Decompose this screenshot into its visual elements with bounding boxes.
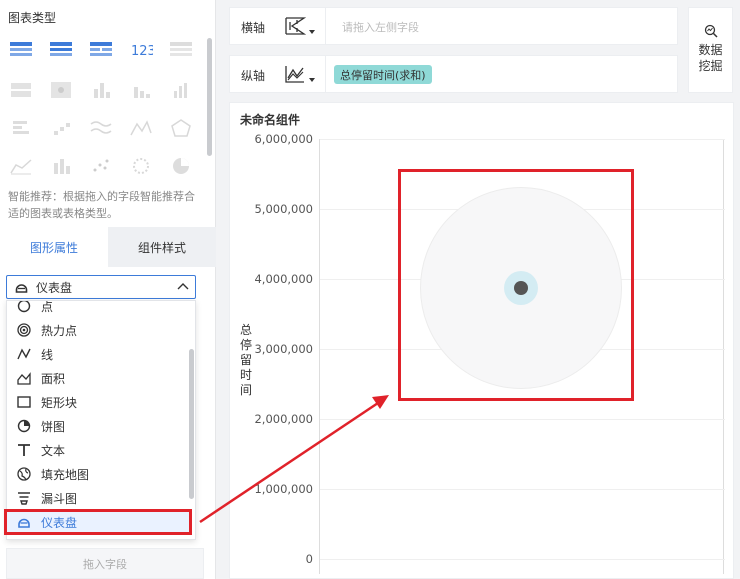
chart-type-title: 图表类型	[8, 11, 57, 25]
pie-chart-icon[interactable]	[168, 154, 194, 178]
dropdown-item-label: 线	[41, 347, 54, 362]
dropdown-item-line[interactable]: 线	[7, 342, 191, 366]
scatter-icon[interactable]	[88, 154, 114, 178]
gridline	[320, 559, 725, 560]
data-mining-label: 数据 挖掘	[698, 43, 723, 73]
x-axis-row: 横轴 请拖入左侧字段	[229, 7, 678, 45]
y-axis-field-tag[interactable]: 总停留时间(求和)	[334, 65, 432, 84]
column-icon[interactable]	[168, 78, 194, 102]
dropdown-item-label: 填充地图	[41, 467, 90, 482]
rectangle-icon	[17, 396, 31, 408]
gauge-highlight-annotation	[4, 509, 192, 535]
y-tick-label: 1,000,000	[254, 482, 313, 496]
chart-type-scrollbar[interactable]	[207, 38, 212, 156]
dropdown-item-text[interactable]: 文本	[7, 438, 191, 462]
line-area-icon[interactable]	[284, 64, 306, 84]
detail-table-icon[interactable]	[88, 38, 114, 62]
dropdown-item-rectangle[interactable]: 矩形块	[7, 390, 191, 414]
y-tick-label: 4,000,000	[254, 272, 313, 286]
x-axis-separator	[325, 8, 326, 44]
y-axis-label: 纵轴	[241, 69, 266, 83]
text-icon	[18, 444, 30, 456]
bar-icon[interactable]	[128, 78, 154, 102]
x-axis-dropdown-caret[interactable]	[309, 30, 315, 34]
dot-matrix-icon[interactable]	[8, 78, 34, 102]
data-mining-button[interactable]: 数据 挖掘	[688, 7, 733, 93]
data-mining-icon	[704, 24, 718, 38]
step-icon[interactable]	[48, 116, 74, 140]
multi-line-icon[interactable]	[88, 116, 114, 140]
selected-type-label: 仪表盘	[36, 280, 73, 295]
y-tick-label: 2,000,000	[254, 412, 313, 426]
y-axis-row: 纵轴 总停留时间(求和)	[229, 55, 678, 93]
circle-outline-icon	[17, 301, 31, 313]
gauge-icon	[15, 283, 28, 293]
x-axis-label: 横轴	[241, 21, 266, 35]
bar-chart-icon[interactable]	[48, 154, 74, 178]
dropdown-item-label: 面积	[41, 371, 66, 386]
y-axis-title: 总停留时间	[240, 323, 253, 397]
map-icon[interactable]	[48, 78, 74, 102]
radar-icon[interactable]	[168, 116, 194, 140]
y-tick-label: 5,000,000	[254, 202, 313, 216]
component-canvas: 未命名组件 总停留时间 6,000,000 5,000,000 4,000,000 3…	[229, 102, 734, 579]
dropdown-item-point[interactable]: 点	[7, 300, 191, 318]
y-tick-label: 6,000,000	[254, 132, 313, 146]
svg-text:123: 123	[131, 44, 153, 58]
radar-line-icon[interactable]	[128, 116, 154, 140]
chart-subtype-dropdown: 点 热力点 线 面积 矩形块 饼图 文本 填充地图 漏斗图 仪表盘	[6, 300, 196, 540]
gauge-highlight-box	[398, 169, 634, 401]
heat-point-icon	[17, 323, 31, 337]
y-axis-separator	[325, 56, 326, 92]
pie-icon	[17, 419, 31, 433]
dropdown-item-pie[interactable]: 饼图	[7, 414, 191, 438]
grouped-table-icon[interactable]	[168, 38, 194, 62]
dropdown-item-label: 矩形块	[41, 395, 78, 410]
axis-type-icon[interactable]	[284, 16, 306, 36]
dropdown-item-label: 文本	[41, 443, 66, 458]
y-axis-dropdown-caret[interactable]	[309, 78, 315, 82]
table-icon[interactable]	[8, 38, 34, 62]
left-panel: 图表类型 123 智能推荐：根据拖入的字段智能推荐合适的图表或表格类型。 图形属…	[0, 0, 216, 579]
dropdown-item-funnel[interactable]: 漏斗图	[7, 486, 191, 510]
area-chart-icon[interactable]	[8, 154, 34, 178]
tab-graphic-properties[interactable]: 图形属性	[0, 227, 108, 267]
dropdown-scrollbar[interactable]	[189, 349, 194, 499]
gridline	[320, 139, 725, 140]
dropdown-item-label: 热力点	[41, 323, 78, 338]
dropdown-item-label: 漏斗图	[41, 491, 78, 506]
drop-field-area[interactable]: 拖入字段	[6, 548, 204, 579]
y-tick-label: 0	[305, 552, 313, 566]
x-axis-drop-placeholder[interactable]: 请拖入左侧字段	[342, 19, 419, 35]
chart-subtype-select[interactable]: 仪表盘	[6, 275, 196, 299]
dropdown-item-label: 饼图	[41, 419, 66, 434]
dropdown-item-label: 点	[41, 300, 54, 314]
property-tabs: 图形属性 组件样式	[0, 227, 216, 267]
gridline	[320, 489, 725, 490]
component-title[interactable]: 未命名组件	[240, 111, 300, 128]
chevron-up-icon	[177, 283, 189, 290]
stacked-bar-icon[interactable]	[88, 78, 114, 102]
funnel-icon	[18, 492, 30, 505]
bubble-icon[interactable]	[128, 154, 154, 178]
dropdown-item-heat-point[interactable]: 热力点	[7, 318, 191, 342]
gridline	[320, 419, 725, 420]
area-icon	[17, 372, 31, 385]
globe-icon	[17, 467, 31, 481]
dropdown-item-fill-map[interactable]: 填充地图	[7, 462, 191, 486]
smart-recommend-tip: 智能推荐：根据拖入的字段智能推荐合适的图表或表格类型。	[8, 190, 195, 220]
kpi-number-icon[interactable]: 123	[128, 38, 154, 62]
horizontal-bar-icon[interactable]	[8, 116, 34, 140]
tab-component-style[interactable]: 组件样式	[108, 227, 216, 267]
cross-table-icon[interactable]	[48, 38, 74, 62]
line-icon	[17, 348, 31, 360]
dropdown-item-area[interactable]: 面积	[7, 366, 191, 390]
y-tick-label: 3,000,000	[254, 342, 313, 356]
